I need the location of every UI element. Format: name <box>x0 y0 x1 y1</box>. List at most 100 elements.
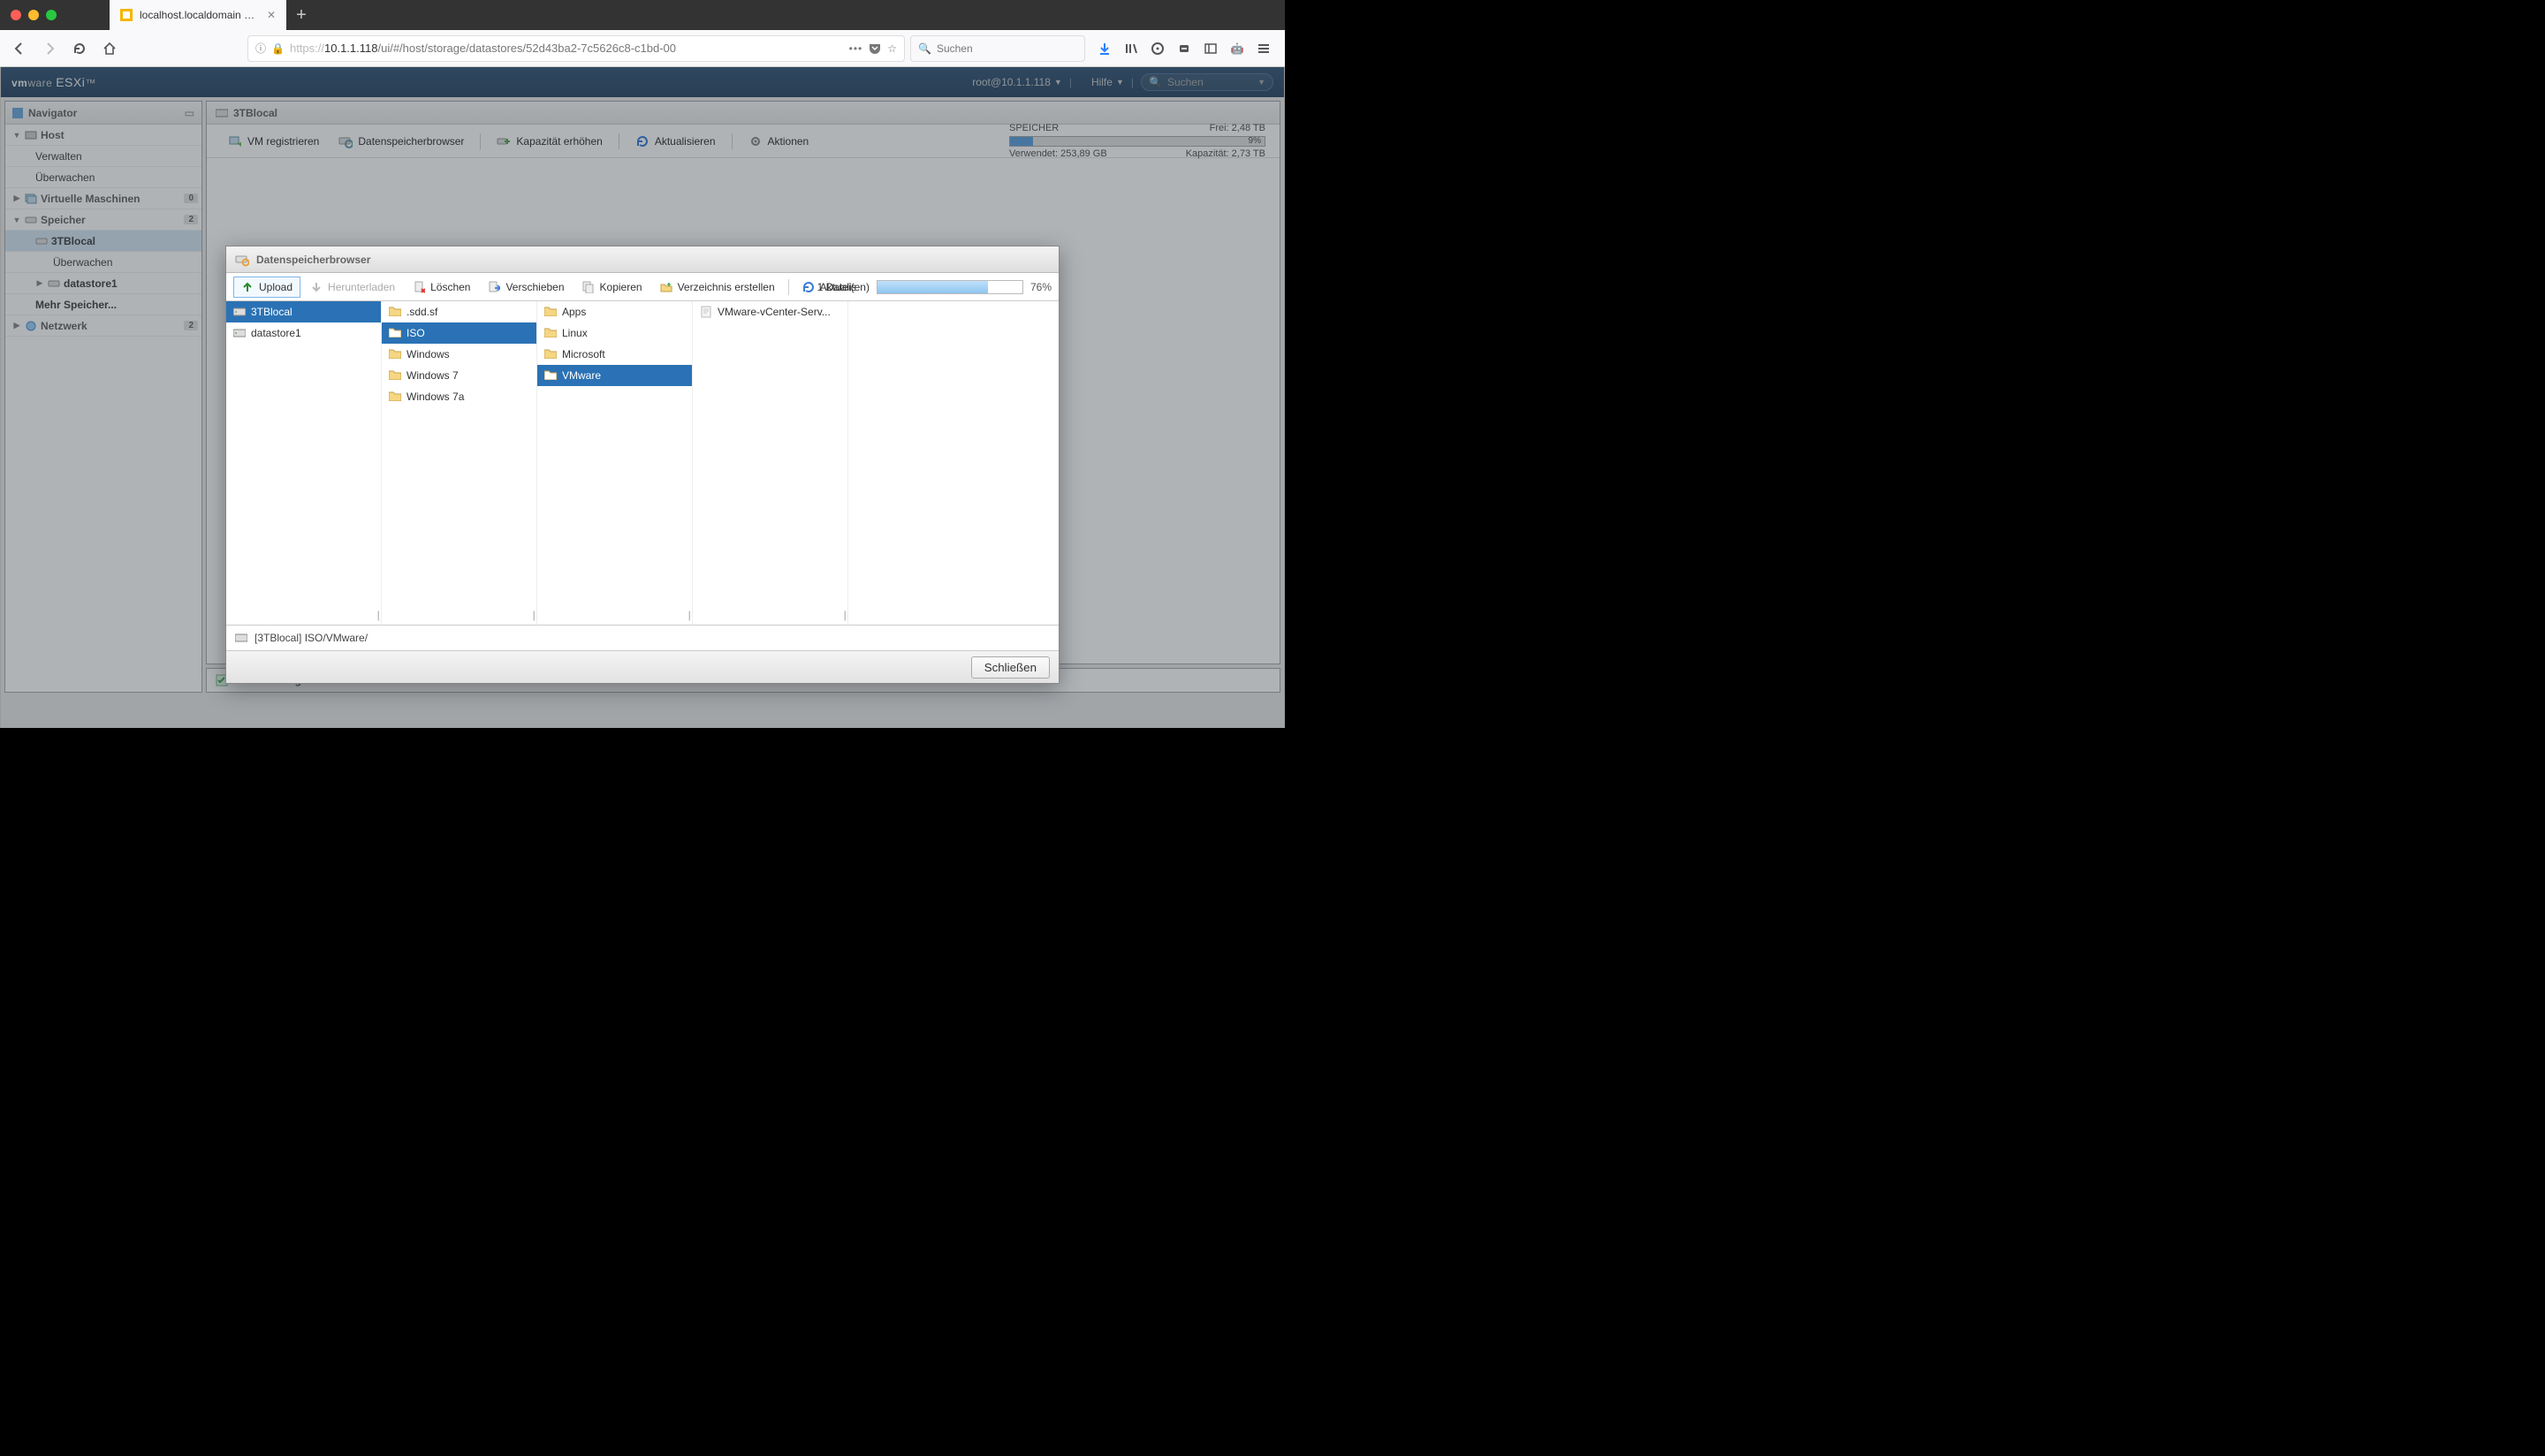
browser-toolbar: ⓘ 🔒 https://10.1.1.118/ui/#/host/storage… <box>0 30 1285 67</box>
upload-icon <box>241 281 254 293</box>
move-button[interactable]: Verschieben <box>480 277 572 298</box>
column-level2: AppsLinuxMicrosoftVMware||| <box>537 301 693 625</box>
browser-item[interactable]: Apps <box>537 301 692 322</box>
browser-tab-active[interactable]: localhost.localdomain – VMware ✕ <box>110 0 286 30</box>
esxi-app: vmware ESXi™ root@10.1.1.118 ▼ | Hilfe ▼… <box>0 67 1285 728</box>
item-label: ISO <box>406 327 425 339</box>
search-icon: 🔍 <box>918 42 931 55</box>
folder-icon <box>544 369 557 383</box>
refresh-icon <box>802 281 815 293</box>
folder-icon <box>544 306 557 319</box>
extension-icon[interactable] <box>1175 40 1193 57</box>
new-tab-button[interactable]: + <box>286 0 316 30</box>
browser-titlebar: localhost.localdomain – VMware ✕ + <box>0 0 1285 30</box>
url-bar[interactable]: ⓘ 🔒 https://10.1.1.118/ui/#/host/storage… <box>247 35 905 62</box>
browser-item[interactable]: Windows <box>382 344 536 365</box>
close-button[interactable]: Schließen <box>971 656 1050 679</box>
library-icon[interactable] <box>1122 40 1140 57</box>
browser-item[interactable]: VMware <box>537 365 692 386</box>
copy-button[interactable]: Kopieren <box>574 277 650 298</box>
dialog-footer: Schließen <box>226 651 1059 683</box>
item-label: Windows 7a <box>406 391 464 403</box>
item-label: Windows <box>406 348 450 360</box>
file-icon <box>700 306 712 318</box>
hamburger-menu-icon[interactable] <box>1255 40 1272 57</box>
item-label: .sdd.sf <box>406 306 437 318</box>
browser-item[interactable]: datastore1 <box>226 322 381 344</box>
progress-fill <box>877 281 988 293</box>
maximize-window-icon[interactable] <box>46 10 57 20</box>
newfolder-icon <box>660 281 672 293</box>
close-window-icon[interactable] <box>11 10 21 20</box>
close-tab-icon[interactable]: ✕ <box>267 9 276 21</box>
browser-item[interactable]: Windows 7a <box>382 386 536 407</box>
bookmark-icon[interactable]: ☆ <box>887 42 897 55</box>
browser-search-box[interactable]: 🔍 Suchen <box>910 35 1085 62</box>
browser-right-icons: 🤖 <box>1090 40 1278 57</box>
home-button[interactable] <box>97 36 122 61</box>
back-button[interactable] <box>7 36 32 61</box>
browser-item[interactable]: 3TBlocal <box>226 301 381 322</box>
datastore-browser-dialog: Datenspeicherbrowser Upload Herunterlade… <box>225 246 1060 684</box>
folder-icon <box>389 306 401 319</box>
browser-item[interactable]: Linux <box>537 322 692 344</box>
item-label: VMware-vCenter-Serv... <box>718 306 831 318</box>
tab-favicon-icon <box>120 9 133 21</box>
folder-icon <box>389 391 401 404</box>
ublock-icon[interactable] <box>1149 40 1166 57</box>
folder-icon <box>389 348 401 361</box>
upload-button[interactable]: Upload <box>233 277 300 298</box>
dialog-toolbar: Upload Herunterladen Löschen Verschieben… <box>226 273 1059 301</box>
column-empty <box>848 301 1059 625</box>
folder-icon <box>544 327 557 340</box>
item-label: Linux <box>562 327 588 339</box>
browser-item[interactable]: Windows 7 <box>382 365 536 386</box>
datastore-icon <box>233 328 246 338</box>
browser-item[interactable]: .sdd.sf <box>382 301 536 322</box>
copy-icon <box>582 281 595 293</box>
dialog-title: Datenspeicherbrowser <box>226 246 1059 273</box>
folder-icon <box>544 348 557 361</box>
lock-warning-icon[interactable]: 🔒 <box>271 42 285 55</box>
delete-button[interactable]: Löschen <box>405 277 478 298</box>
delete-icon <box>413 281 425 293</box>
site-info-icon[interactable]: ⓘ <box>255 41 266 56</box>
robot-icon[interactable]: 🤖 <box>1228 40 1246 57</box>
more-actions-icon[interactable]: ••• <box>849 42 863 55</box>
move-icon <box>488 281 500 293</box>
window-controls <box>7 10 57 20</box>
progress-files-label: 1 Datei(en) <box>817 281 870 293</box>
search-placeholder: Suchen <box>937 42 973 55</box>
path-text: [3TBlocal] ISO/VMware/ <box>254 632 368 644</box>
forward-button[interactable] <box>37 36 62 61</box>
progress-bar <box>877 280 1023 294</box>
tab-bar: localhost.localdomain – VMware ✕ + <box>110 0 316 30</box>
item-label: Apps <box>562 306 586 318</box>
reload-button[interactable] <box>67 36 92 61</box>
datastore-browser-icon <box>235 253 249 267</box>
downloads-icon[interactable] <box>1096 40 1113 57</box>
column-level1: .sdd.sfISOWindowsWindows 7Windows 7a||| <box>382 301 537 625</box>
browser-item[interactable]: VMware-vCenter-Serv... <box>693 301 847 322</box>
newdir-button[interactable]: Verzeichnis erstellen <box>652 277 783 298</box>
download-button[interactable]: Herunterladen <box>302 277 403 298</box>
column-level3: VMware-vCenter-Serv...||| <box>693 301 848 625</box>
url-text: https://10.1.1.118/ui/#/host/storage/dat… <box>290 42 844 55</box>
item-label: Windows 7 <box>406 369 459 382</box>
download-icon <box>310 281 323 293</box>
folder-icon <box>389 327 401 340</box>
sidebar-icon[interactable] <box>1202 40 1219 57</box>
path-bar: [3TBlocal] ISO/VMware/ <box>226 625 1059 651</box>
column-datastores: 3TBlocaldatastore1||| <box>226 301 382 625</box>
browser-item[interactable]: Microsoft <box>537 344 692 365</box>
browser-columns: 3TBlocaldatastore1||| .sdd.sfISOWindowsW… <box>226 301 1059 625</box>
upload-progress: 1 Datei(en) 76% <box>870 280 1052 294</box>
item-label: datastore1 <box>251 327 301 339</box>
tab-title: localhost.localdomain – VMware <box>140 9 260 21</box>
datastore-icon <box>233 307 246 317</box>
minimize-window-icon[interactable] <box>28 10 39 20</box>
pocket-icon[interactable] <box>868 42 882 56</box>
browser-item[interactable]: ISO <box>382 322 536 344</box>
item-label: VMware <box>562 369 601 382</box>
folder-icon <box>389 369 401 383</box>
